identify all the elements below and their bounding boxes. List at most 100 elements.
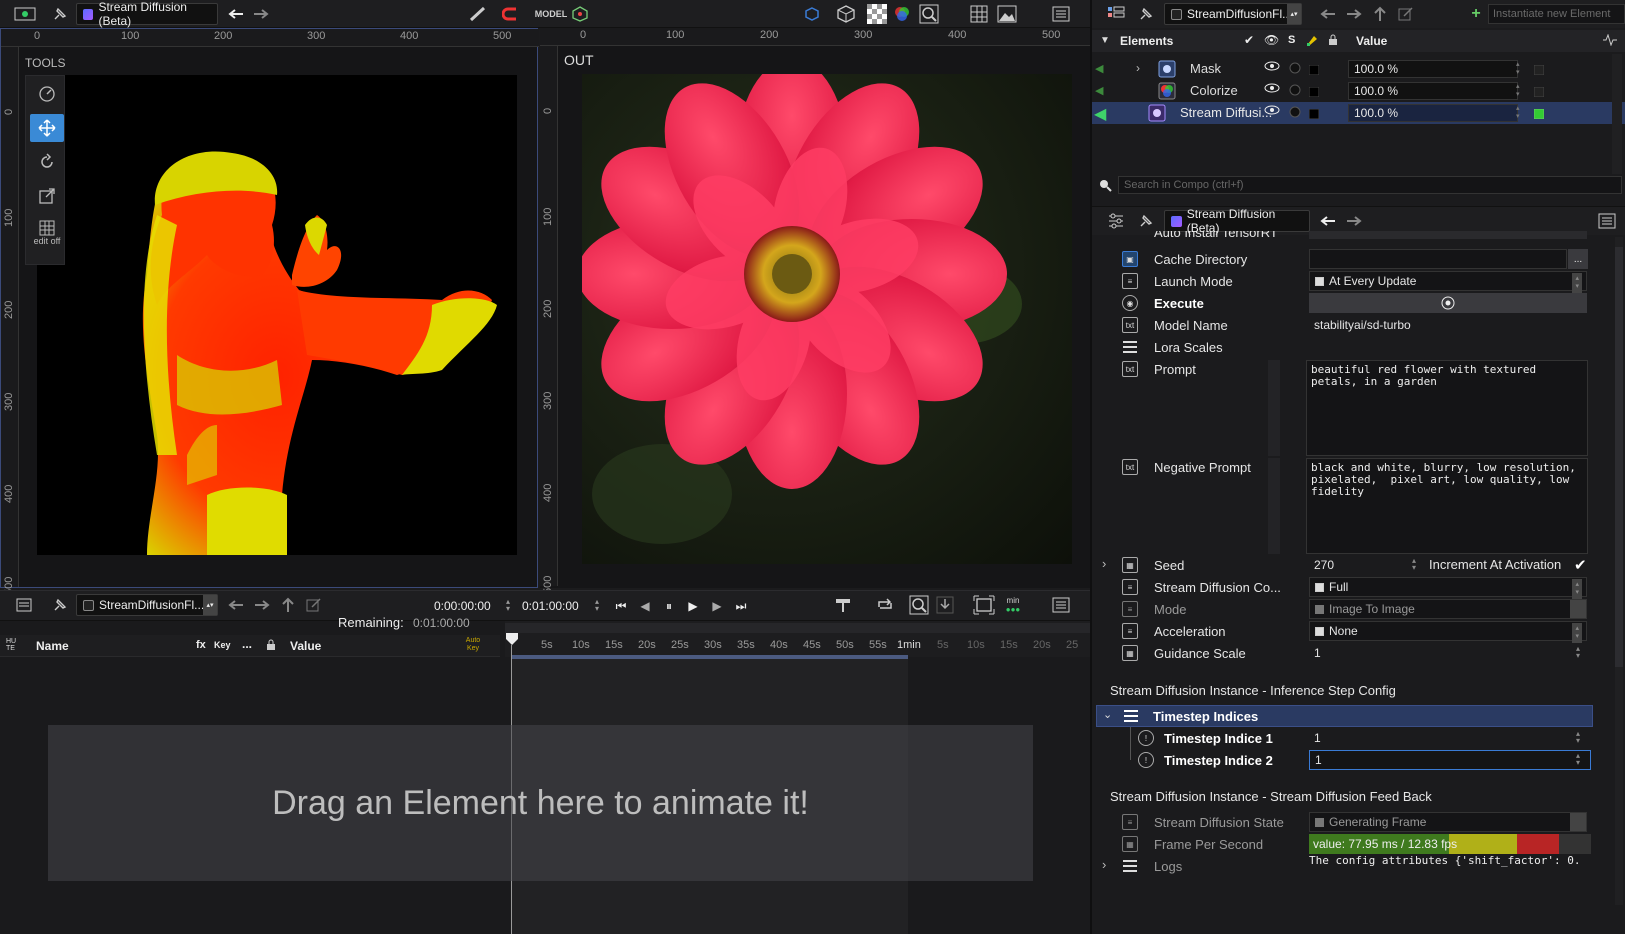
prop-timestep-indices[interactable]: ⌄ Timestep Indices [1096,705,1593,727]
sd-config-select[interactable]: Full ▴ ▾ [1309,577,1587,599]
model-label[interactable]: MODEL [534,4,568,24]
element-value[interactable]: 100.0 % [1348,82,1518,100]
collapse-chevron-icon[interactable]: ⌄ [1103,708,1112,721]
col-more[interactable]: ... [242,637,252,651]
dashboard-tool-icon[interactable] [30,80,64,108]
ruler-icon[interactable] [468,4,488,24]
prompt-resize-handle[interactable] [1268,360,1280,456]
end-time-spin[interactable]: ▴ ▾ [595,598,599,613]
expand-chevron-icon[interactable]: › [1136,61,1140,75]
back-arrow-icon[interactable] [226,4,246,24]
timeline-up-icon[interactable] [278,595,298,615]
col-lock-icon[interactable] [266,639,276,654]
right-viewer[interactable]: 0 100 200 300 400 500 0 100 200 300 400 … [540,28,1090,594]
select-spin[interactable] [1570,813,1586,831]
min-view-button[interactable]: min ●●● [1002,595,1024,615]
auto-install-button[interactable] [1309,231,1587,239]
select-spin[interactable]: ▴ ▾ [1572,623,1582,643]
viewer-element-combo[interactable]: Stream Diffusion (Beta) [76,0,218,28]
fit-range-icon[interactable] [972,595,996,615]
solo-circle-icon[interactable] [1289,84,1301,99]
auto-key-toggle[interactable]: Auto Key [462,637,484,653]
timeline-zoom-icon[interactable] [908,595,930,615]
elements-combo[interactable]: StreamDiffusionFl... ▴▾ [1164,3,1302,25]
elements-scrollbar[interactable] [1612,54,1622,174]
timestep-indice-2-input[interactable]: 1 [1309,750,1591,770]
elements-back-icon[interactable] [1318,4,1338,24]
elements-edit-icon[interactable] [1396,4,1416,24]
model-name-input[interactable]: stabilityai/sd-turbo [1309,315,1587,335]
select-spin[interactable] [1570,600,1586,618]
element-value[interactable]: 100.0 % [1348,104,1518,122]
elements-layout-icon[interactable] [1104,4,1130,24]
timeline-menu-icon[interactable] [1050,595,1072,615]
timeline-element-combo[interactable]: StreamDiffusionFl... ▴▾ [76,594,218,616]
element-name[interactable]: Colorize [1190,83,1238,98]
col-fx[interactable]: fx [196,639,206,651]
ti1-spin[interactable]: ▴ ▾ [1576,730,1580,745]
elements-pin-icon[interactable] [1136,4,1156,24]
pause-icon[interactable]: ⏸ [660,597,678,615]
timeline-forward-icon[interactable] [252,595,272,615]
acceleration-select[interactable]: None ▴ ▾ [1309,621,1587,643]
start-time-spin[interactable]: ▴ ▾ [506,598,510,613]
row-checkbox[interactable] [1533,63,1545,78]
magnet-icon[interactable] [500,4,524,24]
seed-mode-label[interactable]: Increment At Activation [1429,557,1561,572]
add-icon[interactable]: + [1468,4,1484,24]
guidance-spin[interactable]: ▴ ▾ [1576,645,1580,660]
timeline-edit-icon[interactable] [304,595,324,615]
loop-icon[interactable] [874,595,896,615]
elements-forward-icon[interactable] [1344,4,1364,24]
execute-button[interactable] [1309,293,1587,313]
row-checkbox[interactable] [1533,85,1545,100]
header-visible-eye-icon[interactable]: 👁 [1264,33,1279,47]
pin-icon[interactable] [50,4,70,24]
element-row-colorize[interactable]: ◀ Colorize 100.0 % ▴ ▾ [1092,80,1625,102]
scale-tool-icon[interactable] [30,182,64,210]
start-time[interactable]: 0:00:00:00 [434,599,491,613]
value-spin[interactable]: ▴ ▾ [1516,61,1520,77]
rotate-tool-icon[interactable] [30,148,64,176]
solo-circle-icon[interactable] [1289,62,1301,77]
step-back-icon[interactable]: ◀ [636,597,654,615]
col-key[interactable]: Key [214,640,231,650]
timeline-back-icon[interactable] [226,595,246,615]
header-elements[interactable]: Elements [1120,34,1173,48]
value-spin[interactable]: ▴ ▾ [1516,83,1520,99]
solo-circle-icon[interactable] [1289,106,1301,121]
inspector-back-icon[interactable] [1318,211,1338,231]
seed-mode-check-icon[interactable]: ✔ [1574,556,1587,574]
inspector-pin-icon[interactable] [1136,211,1156,231]
left-viewer[interactable]: 0 100 200 300 400 500 0 100 200 300 400 … [0,28,539,595]
select-spin[interactable]: ▴ ▾ [1572,579,1582,599]
combo-spin-icon[interactable]: ▴▾ [203,595,217,615]
time-scroll-track[interactable] [505,623,1090,633]
neg-prompt-resize-handle[interactable] [1268,458,1280,554]
visible-eye-icon[interactable] [1264,60,1280,75]
model-cube-icon[interactable] [570,4,590,24]
negative-prompt-textarea[interactable]: black and white, blurry, low resolution,… [1306,458,1588,554]
element-name[interactable]: Mask [1190,61,1221,76]
seed-input[interactable]: 270 [1309,555,1419,575]
hexagon-icon[interactable] [802,4,822,24]
seed-spin[interactable]: ▴ ▾ [1412,557,1416,572]
visible-eye-icon[interactable] [1264,104,1280,119]
row-checkbox[interactable] [1533,107,1545,122]
guidance-scale-input[interactable]: 1 [1309,643,1587,663]
move-tool-icon[interactable] [30,114,64,142]
element-value[interactable]: 100.0 % [1348,60,1518,78]
inspector-combo[interactable]: Stream Diffusion (Beta) [1164,207,1310,235]
visible-eye-icon[interactable] [1264,82,1280,97]
combo-spin-icon[interactable]: ▴▾ [1287,4,1301,24]
panel-menu-icon[interactable] [1050,4,1072,24]
element-row-mask[interactable]: ◀ › Mask 100.0 % ▴ ▾ [1092,58,1625,80]
inspector-forward-icon[interactable] [1344,211,1364,231]
color-swatch-icon[interactable] [1308,63,1320,78]
header-graph-icon[interactable] [1602,33,1618,49]
cache-directory-input[interactable] [1309,249,1567,269]
color-swatch-icon[interactable] [1308,107,1320,122]
timestep-indice-1-input[interactable]: 1 [1309,728,1587,748]
expand-chevron-icon[interactable]: › [1102,556,1106,571]
elements-up-icon[interactable] [1370,4,1390,24]
